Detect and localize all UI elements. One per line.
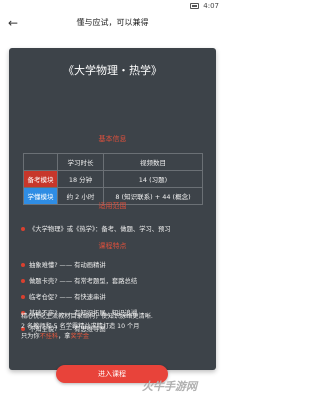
feature-answer: 有常考题型，套路总结	[74, 278, 138, 285]
summary-line: 只为你不挂科，拿奖学金	[21, 332, 211, 342]
table-header-duration: 学习时长	[57, 153, 104, 171]
header: ← 懂与应试，可以兼得	[0, 12, 225, 34]
summary-line: 2 名教师和 5 名学霸精益求精打造 10 个月	[21, 323, 140, 330]
table-header-videos: 视频数目	[103, 153, 203, 171]
table-corner-cell	[23, 153, 58, 171]
table-row-label: 备考模块	[23, 170, 58, 188]
bullet-icon	[21, 295, 25, 299]
table-cell-videos: 14 (习题)	[103, 170, 203, 188]
summary-line: 精心优化主流教材目录结构，使知识脉络更清晰.	[21, 313, 153, 320]
battery-icon	[190, 3, 199, 9]
table-cell-duration: 18 分钟	[57, 170, 104, 188]
table-row: 备考模块 18 分钟 14 (习题)	[23, 170, 203, 188]
feature-item: 做题卡壳? —— 有常考题型，套路总结	[21, 276, 211, 285]
feature-question: 做题卡壳?	[29, 278, 58, 285]
feature-item: 抽象难懂? —— 有动画精讲	[21, 260, 211, 269]
feature-answer: 有动画精讲	[74, 262, 106, 269]
status-time: 4:07	[203, 2, 219, 10]
summary-text: ，拿	[58, 333, 71, 340]
feature-item: 临考仓促? —— 有快速串讲	[21, 292, 211, 301]
scope-heading: 适用范围	[98, 202, 127, 210]
scope-text: 《大学物理》或《热学》：备考、做题、学习、预习	[29, 226, 171, 233]
scope-item: 《大学物理》或《热学》：备考、做题、学习、预习	[21, 224, 211, 233]
watermark-logo: 火牛手游网	[128, 375, 223, 397]
course-title: 《大学物理・热学》	[63, 64, 162, 77]
feature-question: 临考仓促?	[29, 294, 58, 301]
bullet-icon	[21, 227, 25, 231]
status-bar: 4:07	[0, 0, 225, 12]
info-table: 学习时长 视频数目 备考模块 18 分钟 14 (习题) 学懂模块 约 2 小时…	[23, 153, 203, 205]
feature-answer: 有快速串讲	[74, 294, 106, 301]
course-card: 《大学物理・热学》 基本信息 学习时长 视频数目 备考模块 18 分钟 14 (…	[9, 48, 216, 370]
feature-question: 抽象难懂?	[29, 262, 58, 269]
highlight-text: 不挂科	[39, 333, 59, 340]
basic-info-heading: 基本信息	[98, 135, 127, 143]
page-title: 懂与应试，可以兼得	[76, 18, 149, 27]
bullet-icon	[21, 263, 25, 267]
summary-text: 只为你	[21, 333, 40, 340]
table-header-row: 学习时长 视频数目	[23, 153, 203, 171]
highlight-text: 奖学金	[70, 333, 90, 340]
features-heading: 课程特点	[98, 242, 127, 250]
back-arrow-icon[interactable]: ←	[6, 16, 20, 30]
course-summary: 精心优化主流教材目录结构，使知识脉络更清晰. 2 名教师和 5 名学霸精益求精打…	[21, 312, 211, 342]
watermark-text: 火牛手游网	[142, 380, 197, 393]
bullet-icon	[21, 279, 25, 283]
